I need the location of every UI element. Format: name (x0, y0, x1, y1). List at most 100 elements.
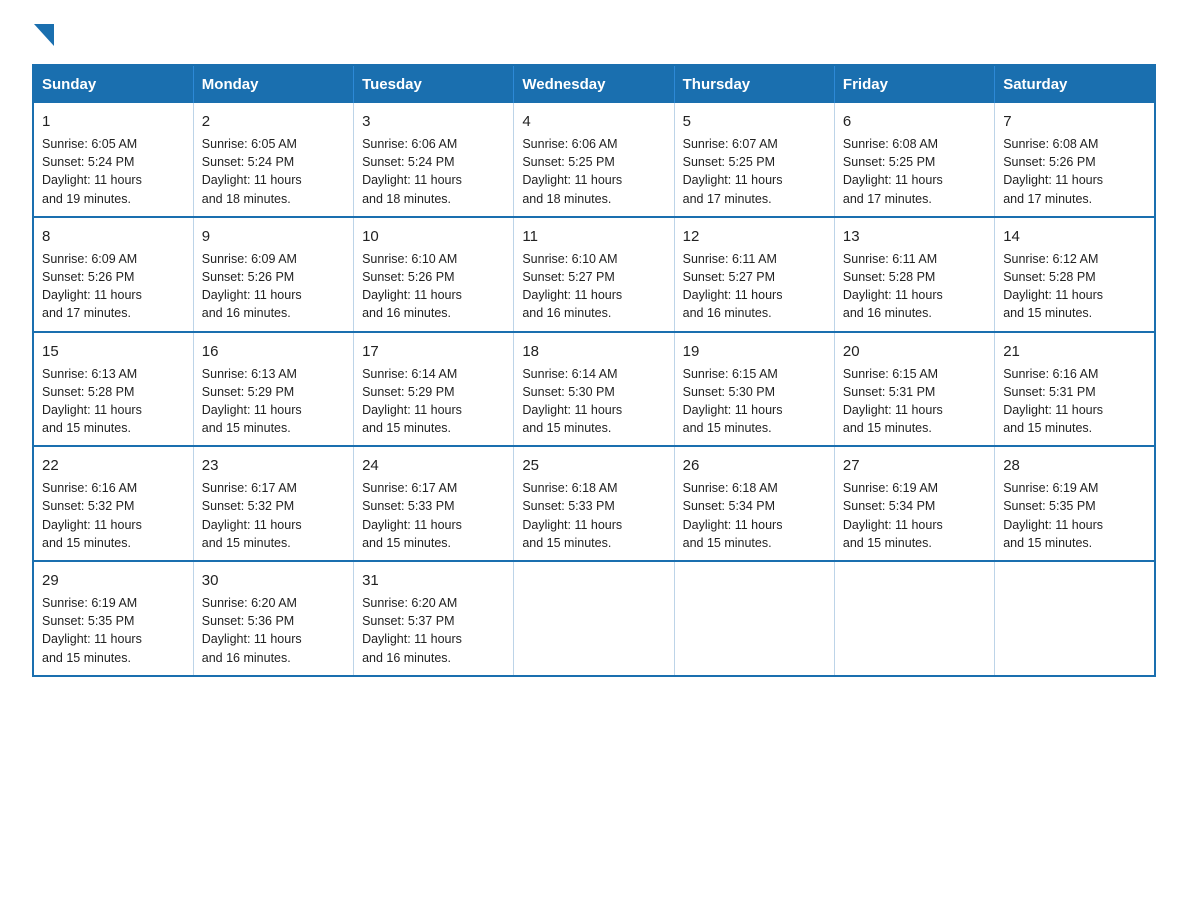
day-info: Sunrise: 6:06 AMSunset: 5:24 PMDaylight:… (362, 137, 462, 206)
day-number: 17 (362, 341, 505, 362)
day-info: Sunrise: 6:14 AMSunset: 5:30 PMDaylight:… (522, 367, 622, 436)
calendar-cell: 9 Sunrise: 6:09 AMSunset: 5:26 PMDaylight… (193, 217, 353, 332)
header-thursday: Thursday (674, 65, 834, 103)
day-info: Sunrise: 6:07 AMSunset: 5:25 PMDaylight:… (683, 137, 783, 206)
day-info: Sunrise: 6:10 AMSunset: 5:26 PMDaylight:… (362, 252, 462, 321)
day-number: 1 (42, 111, 185, 132)
day-number: 16 (202, 341, 345, 362)
day-info: Sunrise: 6:08 AMSunset: 5:26 PMDaylight:… (1003, 137, 1103, 206)
calendar-cell: 23 Sunrise: 6:17 AMSunset: 5:32 PMDayligh… (193, 446, 353, 561)
calendar-cell (674, 561, 834, 676)
day-number: 31 (362, 570, 505, 591)
day-number: 9 (202, 226, 345, 247)
calendar-cell (834, 561, 994, 676)
header-wednesday: Wednesday (514, 65, 674, 103)
calendar-week-4: 22 Sunrise: 6:16 AMSunset: 5:32 PMDayligh… (33, 446, 1155, 561)
day-info: Sunrise: 6:10 AMSunset: 5:27 PMDaylight:… (522, 252, 622, 321)
calendar-cell: 18Sunrise: 6:14 AMSunset: 5:30 PMDayligh… (514, 332, 674, 447)
calendar-header: Sunday Monday Tuesday Wednesday Thursday… (33, 65, 1155, 103)
calendar-cell: 14 Sunrise: 6:12 AMSunset: 5:28 PMDayligh… (995, 217, 1155, 332)
calendar-cell (514, 561, 674, 676)
day-number: 4 (522, 111, 665, 132)
day-number: 12 (683, 226, 826, 247)
day-number: 22 (42, 455, 185, 476)
day-info: Sunrise: 6:18 AMSunset: 5:33 PMDaylight:… (522, 481, 622, 550)
logo-arrow-icon (34, 24, 54, 46)
calendar-cell: 1 Sunrise: 6:05 AMSunset: 5:24 PMDaylight… (33, 103, 193, 217)
header-tuesday: Tuesday (354, 65, 514, 103)
calendar-cell (995, 561, 1155, 676)
calendar-cell: 10 Sunrise: 6:10 AMSunset: 5:26 PMDayligh… (354, 217, 514, 332)
calendar-week-2: 8 Sunrise: 6:09 AMSunset: 5:26 PMDaylight… (33, 217, 1155, 332)
calendar-week-3: 15Sunrise: 6:13 AMSunset: 5:28 PMDayligh… (33, 332, 1155, 447)
calendar-cell: 13 Sunrise: 6:11 AMSunset: 5:28 PMDayligh… (834, 217, 994, 332)
day-number: 14 (1003, 226, 1146, 247)
day-number: 5 (683, 111, 826, 132)
header-sunday: Sunday (33, 65, 193, 103)
day-number: 10 (362, 226, 505, 247)
page-header (32, 24, 1156, 46)
day-info: Sunrise: 6:11 AMSunset: 5:28 PMDaylight:… (843, 252, 943, 321)
calendar-table: Sunday Monday Tuesday Wednesday Thursday… (32, 64, 1156, 677)
day-info: Sunrise: 6:15 AMSunset: 5:30 PMDaylight:… (683, 367, 783, 436)
day-number: 7 (1003, 111, 1146, 132)
day-number: 27 (843, 455, 986, 476)
day-number: 26 (683, 455, 826, 476)
calendar-cell: 2Sunrise: 6:05 AMSunset: 5:24 PMDaylight… (193, 103, 353, 217)
calendar-cell: 22 Sunrise: 6:16 AMSunset: 5:32 PMDayligh… (33, 446, 193, 561)
calendar-cell: 11 Sunrise: 6:10 AMSunset: 5:27 PMDayligh… (514, 217, 674, 332)
day-number: 25 (522, 455, 665, 476)
calendar-cell: 3 Sunrise: 6:06 AMSunset: 5:24 PMDaylight… (354, 103, 514, 217)
day-info: Sunrise: 6:18 AMSunset: 5:34 PMDaylight:… (683, 481, 783, 550)
calendar-cell: 26 Sunrise: 6:18 AMSunset: 5:34 PMDayligh… (674, 446, 834, 561)
day-info: Sunrise: 6:20 AMSunset: 5:37 PMDaylight:… (362, 596, 462, 665)
logo (32, 24, 54, 46)
day-number: 15 (42, 341, 185, 362)
calendar-cell: 8 Sunrise: 6:09 AMSunset: 5:26 PMDaylight… (33, 217, 193, 332)
day-info: Sunrise: 6:12 AMSunset: 5:28 PMDaylight:… (1003, 252, 1103, 321)
day-info: Sunrise: 6:17 AMSunset: 5:32 PMDaylight:… (202, 481, 302, 550)
day-number: 19 (683, 341, 826, 362)
day-number: 30 (202, 570, 345, 591)
calendar-cell: 21Sunrise: 6:16 AMSunset: 5:31 PMDayligh… (995, 332, 1155, 447)
calendar-cell: 25 Sunrise: 6:18 AMSunset: 5:33 PMDayligh… (514, 446, 674, 561)
calendar-cell: 16 Sunrise: 6:13 AMSunset: 5:29 PMDayligh… (193, 332, 353, 447)
day-number: 8 (42, 226, 185, 247)
day-info: Sunrise: 6:13 AMSunset: 5:29 PMDaylight:… (202, 367, 302, 436)
day-number: 3 (362, 111, 505, 132)
day-info: Sunrise: 6:11 AMSunset: 5:27 PMDaylight:… (683, 252, 783, 321)
day-info: Sunrise: 6:15 AMSunset: 5:31 PMDaylight:… (843, 367, 943, 436)
calendar-cell: 19 Sunrise: 6:15 AMSunset: 5:30 PMDayligh… (674, 332, 834, 447)
calendar-cell: 29 Sunrise: 6:19 AMSunset: 5:35 PMDayligh… (33, 561, 193, 676)
day-info: Sunrise: 6:09 AMSunset: 5:26 PMDaylight:… (202, 252, 302, 321)
calendar-cell: 24 Sunrise: 6:17 AMSunset: 5:33 PMDayligh… (354, 446, 514, 561)
calendar-cell: 4 Sunrise: 6:06 AMSunset: 5:25 PMDaylight… (514, 103, 674, 217)
header-monday: Monday (193, 65, 353, 103)
calendar-cell: 7 Sunrise: 6:08 AMSunset: 5:26 PMDaylight… (995, 103, 1155, 217)
day-info: Sunrise: 6:16 AMSunset: 5:32 PMDaylight:… (42, 481, 142, 550)
day-number: 2 (202, 111, 345, 132)
day-number: 6 (843, 111, 986, 132)
calendar-cell: 6Sunrise: 6:08 AMSunset: 5:25 PMDaylight… (834, 103, 994, 217)
day-info: Sunrise: 6:17 AMSunset: 5:33 PMDaylight:… (362, 481, 462, 550)
day-info: Sunrise: 6:06 AMSunset: 5:25 PMDaylight:… (522, 137, 622, 206)
day-number: 24 (362, 455, 505, 476)
day-info: Sunrise: 6:05 AMSunset: 5:24 PMDaylight:… (42, 137, 142, 206)
day-number: 20 (843, 341, 986, 362)
calendar-cell: 5 Sunrise: 6:07 AMSunset: 5:25 PMDaylight… (674, 103, 834, 217)
calendar-cell: 20 Sunrise: 6:15 AMSunset: 5:31 PMDayligh… (834, 332, 994, 447)
day-number: 29 (42, 570, 185, 591)
calendar-cell: 30Sunrise: 6:20 AMSunset: 5:36 PMDayligh… (193, 561, 353, 676)
day-info: Sunrise: 6:09 AMSunset: 5:26 PMDaylight:… (42, 252, 142, 321)
calendar-body: 1 Sunrise: 6:05 AMSunset: 5:24 PMDaylight… (33, 103, 1155, 676)
day-number: 11 (522, 226, 665, 247)
calendar-cell: 28Sunrise: 6:19 AMSunset: 5:35 PMDayligh… (995, 446, 1155, 561)
calendar-cell: 15Sunrise: 6:13 AMSunset: 5:28 PMDayligh… (33, 332, 193, 447)
day-info: Sunrise: 6:19 AMSunset: 5:34 PMDaylight:… (843, 481, 943, 550)
calendar-week-1: 1 Sunrise: 6:05 AMSunset: 5:24 PMDaylight… (33, 103, 1155, 217)
day-info: Sunrise: 6:19 AMSunset: 5:35 PMDaylight:… (42, 596, 142, 665)
day-number: 28 (1003, 455, 1146, 476)
day-number: 13 (843, 226, 986, 247)
header-friday: Friday (834, 65, 994, 103)
day-number: 23 (202, 455, 345, 476)
